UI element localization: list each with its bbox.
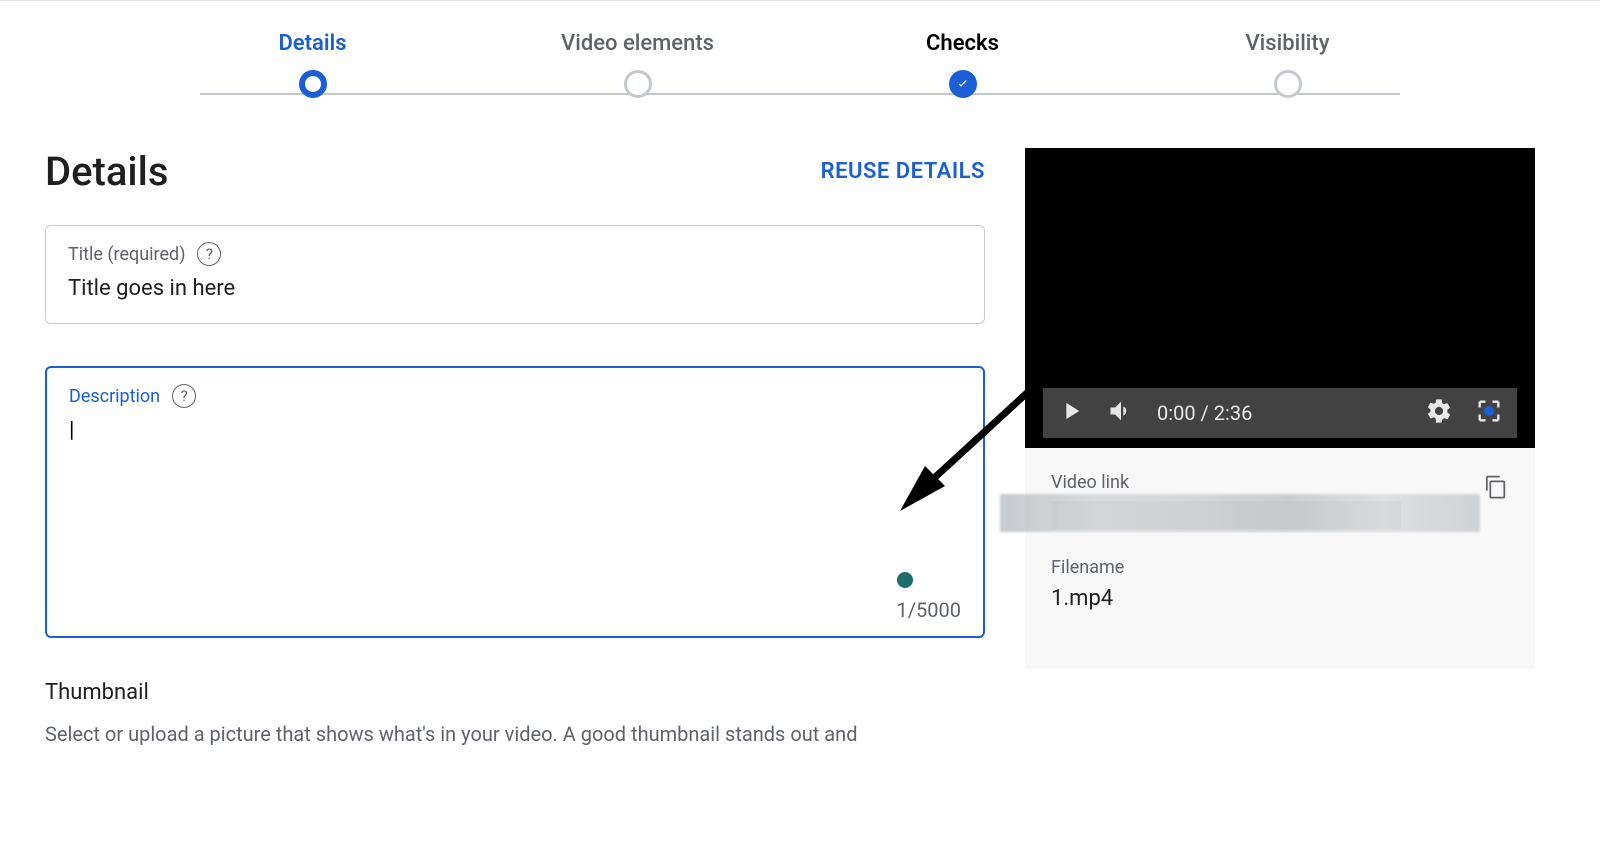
video-preview-card: 0:00 / 2:36 Video link [1025, 148, 1535, 669]
step-circle-icon [624, 70, 652, 98]
step-label: Visibility [1125, 31, 1450, 56]
video-time: 0:00 / 2:36 [1157, 401, 1252, 425]
help-icon[interactable]: ? [197, 242, 221, 266]
video-player[interactable]: 0:00 / 2:36 [1025, 148, 1535, 448]
step-circle-icon [1274, 70, 1302, 98]
step-circle-icon [299, 70, 327, 98]
description-field[interactable]: Description ? | 1/5000 [45, 366, 985, 638]
status-dot-icon [897, 572, 913, 588]
video-link-label: Video link [1051, 472, 1401, 493]
video-controls: 0:00 / 2:36 [1043, 388, 1517, 438]
title-field[interactable]: Title (required) ? [45, 225, 985, 324]
step-label: Video elements [475, 31, 800, 56]
description-label: Description [69, 386, 160, 407]
upload-stepper: Details Video elements Checks Visibility [0, 1, 1600, 98]
char-counter: 1/5000 [897, 598, 961, 622]
step-label: Checks [800, 31, 1125, 56]
step-visibility[interactable]: Visibility [1125, 31, 1450, 98]
step-video-elements[interactable]: Video elements [475, 31, 800, 98]
step-details[interactable]: Details [150, 31, 475, 98]
title-label: Title (required) [68, 244, 185, 265]
thumbnail-heading: Thumbnail [45, 680, 985, 705]
filename-label: Filename [1051, 557, 1509, 578]
volume-icon[interactable] [1107, 397, 1135, 429]
page-title: Details [45, 148, 168, 195]
checkmark-icon [949, 70, 977, 98]
fullscreen-icon[interactable] [1475, 397, 1503, 429]
reuse-details-button[interactable]: REUSE DETAILS [821, 159, 985, 184]
step-checks[interactable]: Checks [800, 31, 1125, 98]
copy-icon[interactable] [1481, 472, 1509, 504]
step-label: Details [150, 31, 475, 56]
play-icon[interactable] [1057, 397, 1085, 429]
settings-icon[interactable] [1425, 397, 1453, 429]
description-input[interactable]: | [69, 418, 961, 568]
thumbnail-description: Select or upload a picture that shows wh… [45, 719, 985, 749]
filename-value: 1.mp4 [1051, 586, 1509, 611]
blurred-region [1000, 494, 1480, 532]
help-icon[interactable]: ? [172, 384, 196, 408]
title-input[interactable] [68, 276, 962, 301]
